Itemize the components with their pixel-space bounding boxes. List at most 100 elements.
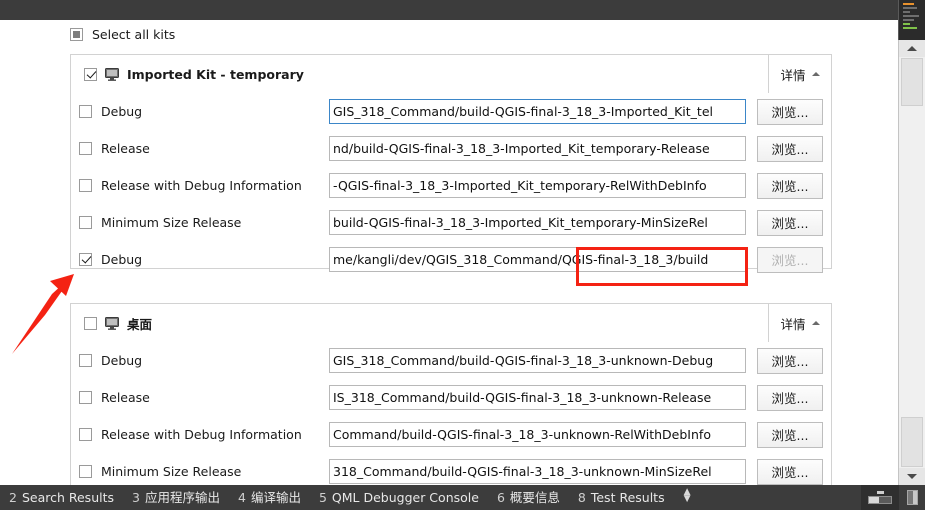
- browse-button-label: 浏览...: [771, 179, 809, 194]
- kit-details-button[interactable]: 详情: [768, 304, 831, 342]
- build-config-checkbox[interactable]: [79, 216, 92, 229]
- build-config-checkbox[interactable]: [79, 179, 92, 192]
- build-dir-input[interactable]: Command/build-QGIS-final-3_18_3-unknown-…: [329, 422, 746, 447]
- build-config-check-label[interactable]: Minimum Size Release: [79, 464, 329, 479]
- build-config-check-label[interactable]: Debug: [79, 353, 329, 368]
- status-item-application-output[interactable]: 3 应用程序输出: [123, 485, 229, 510]
- status-item-qml-debugger-console[interactable]: 5 QML Debugger Console: [310, 485, 488, 510]
- build-config-check-label[interactable]: Release with Debug Information: [79, 427, 329, 442]
- kit-name: 桌面: [127, 316, 153, 332]
- build-config-row: Minimum Size Release build-QGIS-final-3_…: [71, 204, 831, 241]
- kit-details-label: 详情: [780, 316, 806, 332]
- minimap-line: [903, 3, 914, 5]
- build-dir-value: GIS_318_Command/build-QGIS-final-3_18_3-…: [333, 104, 713, 119]
- build-progress-icon[interactable]: [861, 485, 899, 510]
- build-config-checkbox[interactable]: [79, 253, 92, 266]
- build-config-checkbox[interactable]: [79, 428, 92, 441]
- vertical-scrollbar[interactable]: [898, 40, 925, 485]
- monitor-icon: [105, 67, 119, 81]
- browse-button-label: 浏览...: [771, 354, 809, 369]
- minimap-line: [903, 15, 920, 17]
- select-all-kits-row[interactable]: Select all kits: [70, 27, 175, 42]
- select-all-kits-label: Select all kits: [92, 27, 176, 42]
- browse-button[interactable]: 浏览...: [757, 458, 823, 485]
- browse-button[interactable]: 浏览...: [757, 172, 823, 199]
- build-config-checkbox[interactable]: [79, 354, 92, 367]
- kit-details-button[interactable]: 详情: [768, 55, 831, 93]
- build-config-label: Release with Debug Information: [101, 427, 302, 442]
- build-dir-input[interactable]: build-QGIS-final-3_18_3-Imported_Kit_tem…: [329, 210, 746, 235]
- build-config-checkbox[interactable]: [79, 142, 92, 155]
- build-config-row: Release with Debug Information -QGIS-fin…: [71, 167, 831, 204]
- browse-button[interactable]: 浏览...: [757, 347, 823, 374]
- scroll-down-button[interactable]: [899, 468, 925, 485]
- build-config-checkbox[interactable]: [79, 105, 92, 118]
- build-config-label: Minimum Size Release: [101, 464, 242, 479]
- build-dir-value: Command/build-QGIS-final-3_18_3-unknown-…: [333, 427, 711, 442]
- status-item-summary-info[interactable]: 6 概要信息: [488, 485, 569, 510]
- browse-button[interactable]: 浏览...: [757, 384, 823, 411]
- kit-group: 桌面 详情 Debug GIS_318_Command/build-QGIS-f…: [70, 303, 832, 485]
- build-dir-input[interactable]: GIS_318_Command/build-QGIS-final-3_18_3-…: [329, 99, 746, 124]
- build-dir-value: GIS_318_Command/build-QGIS-final-3_18_3-…: [333, 353, 714, 368]
- build-config-checkbox[interactable]: [79, 391, 92, 404]
- build-dir-value: build-QGIS-final-3_18_3-Imported_Kit_tem…: [333, 215, 708, 230]
- kit-header: 桌面 详情: [71, 304, 831, 342]
- browse-button[interactable]: 浏览...: [757, 135, 823, 162]
- build-config-row: Debug GIS_318_Command/build-QGIS-final-3…: [71, 342, 831, 379]
- build-config-check-label[interactable]: Minimum Size Release: [79, 215, 329, 230]
- kit-enable-checkbox[interactable]: [84, 316, 97, 330]
- editor-toolbar-strip: [0, 0, 898, 20]
- browse-button-label: 浏览...: [771, 142, 809, 157]
- scrollbar-thumb[interactable]: [901, 58, 923, 106]
- scroll-up-button[interactable]: [899, 40, 925, 57]
- build-config-row: Minimum Size Release 318_Command/build-Q…: [71, 453, 831, 485]
- build-dir-value: 318_Command/build-QGIS-final-3_18_3-unkn…: [333, 464, 712, 479]
- build-dir-input[interactable]: -QGIS-final-3_18_3-Imported_Kit_temporar…: [329, 173, 746, 198]
- status-item-label: Search Results: [21, 490, 115, 505]
- sidebar-glyph: [906, 490, 918, 505]
- build-dir-value: IS_318_Command/build-QGIS-final-3_18_3-u…: [333, 390, 712, 405]
- build-config-check-label[interactable]: Release: [79, 390, 329, 405]
- build-config-check-label[interactable]: Debug: [79, 104, 329, 119]
- build-dir-input[interactable]: IS_318_Command/build-QGIS-final-3_18_3-u…: [329, 385, 746, 410]
- scrollbar-thumb-lower[interactable]: [901, 417, 923, 467]
- kit-details-label: 详情: [780, 67, 806, 83]
- build-config-checkbox[interactable]: [79, 465, 92, 478]
- browse-button[interactable]: 浏览...: [757, 98, 823, 125]
- status-item-test-results[interactable]: 8 Test Results: [569, 485, 674, 510]
- kit-enable-checkbox[interactable]: [84, 67, 97, 81]
- build-config-check-label[interactable]: Release: [79, 141, 329, 156]
- status-item-number: 6: [496, 490, 505, 505]
- build-dir-value: nd/build-QGIS-final-3_18_3-Imported_Kit_…: [333, 141, 710, 156]
- code-overview-minimap[interactable]: [898, 0, 925, 40]
- status-item-label: QML Debugger Console: [331, 490, 479, 505]
- browse-button-label: 浏览...: [771, 105, 809, 120]
- kit-header: Imported Kit - temporary 详情: [71, 55, 831, 93]
- browse-button-label: 浏览...: [771, 465, 809, 480]
- kit-title: 桌面: [84, 314, 152, 333]
- minimap-line: [903, 11, 911, 13]
- up-down-arrows-icon[interactable]: ▲ ▼: [674, 485, 701, 510]
- build-config-row: Release nd/build-QGIS-final-3_18_3-Impor…: [71, 130, 831, 167]
- build-config-check-label[interactable]: Release with Debug Information: [79, 178, 329, 193]
- build-config-label: Debug: [101, 252, 143, 267]
- browse-button[interactable]: 浏览...: [757, 421, 823, 448]
- browse-button: 浏览...: [757, 246, 823, 273]
- minimap-line: [903, 23, 911, 25]
- build-dir-input[interactable]: GIS_318_Command/build-QGIS-final-3_18_3-…: [329, 348, 746, 373]
- toggle-sidebar-icon[interactable]: [899, 485, 925, 510]
- build-dir-input[interactable]: 318_Command/build-QGIS-final-3_18_3-unkn…: [329, 459, 746, 484]
- build-dir-input[interactable]: me/kangli/dev/QGIS_318_Command/QGIS-fina…: [329, 247, 746, 272]
- status-item-search-results[interactable]: 2 Search Results: [0, 485, 123, 510]
- build-dir-value: -QGIS-final-3_18_3-Imported_Kit_temporar…: [333, 178, 707, 193]
- status-item-compile-output[interactable]: 4 编译输出: [229, 485, 310, 510]
- build-config-label: Debug: [101, 353, 143, 368]
- kit-group: Imported Kit - temporary 详情 Debug GIS_31…: [70, 54, 832, 273]
- browse-button[interactable]: 浏览...: [757, 209, 823, 236]
- browse-button-label: 浏览...: [771, 253, 809, 268]
- build-dir-input[interactable]: nd/build-QGIS-final-3_18_3-Imported_Kit_…: [329, 136, 746, 161]
- kit-title: Imported Kit - temporary: [84, 67, 304, 82]
- build-config-check-label[interactable]: Debug: [79, 252, 329, 267]
- select-all-kits-checkbox[interactable]: [70, 28, 83, 41]
